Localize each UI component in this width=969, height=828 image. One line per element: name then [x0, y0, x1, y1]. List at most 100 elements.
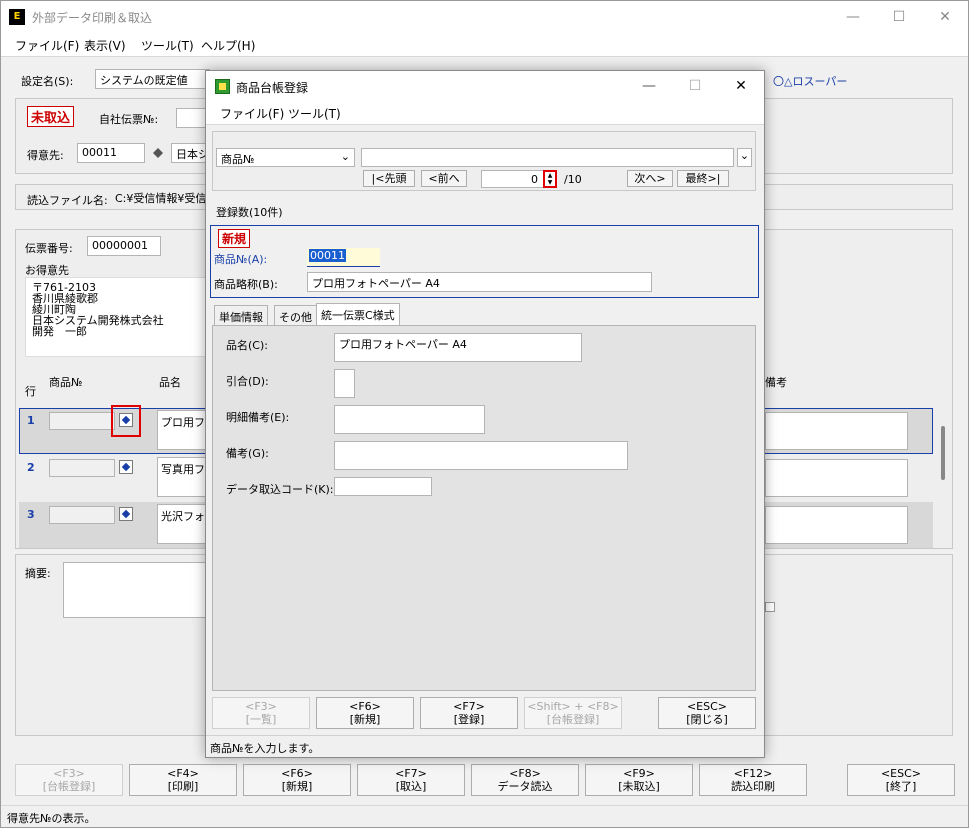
- row-product-no[interactable]: [49, 459, 115, 477]
- summary-field[interactable]: [63, 562, 209, 618]
- chevron-down-icon[interactable]: ⌄: [737, 148, 752, 167]
- dialog-statusbar: 商品№を入力します。: [206, 735, 764, 757]
- dialog-new-button[interactable]: <F6> [新規]: [316, 697, 414, 729]
- note-field[interactable]: [334, 441, 628, 470]
- menu-help[interactable]: ヘルプ(H): [201, 37, 255, 54]
- last-button[interactable]: 最終>|: [677, 170, 729, 187]
- button-key: <F6>: [281, 767, 313, 780]
- product-lookup-icon[interactable]: [119, 460, 133, 474]
- list-button[interactable]: <F3> [一覧]: [212, 697, 310, 729]
- ledger-register-button[interactable]: <Shift> + <F8> [台帳登録]: [524, 697, 622, 729]
- row-product-name[interactable]: 光沢フォ: [157, 504, 207, 544]
- read-file-label: 読込ファイル名:: [27, 194, 108, 207]
- product-ledger-dialog: 商品台帳登録 — ☐ ✕ ファイル(F) ツール(T) 商品№ ⌄ ⌄ |<先頭…: [205, 70, 765, 758]
- button-label: [新規]: [349, 713, 381, 726]
- search-type-value: 商品№: [221, 153, 255, 166]
- product-lookup-icon[interactable]: [119, 507, 133, 521]
- menu-file[interactable]: ファイル(F): [15, 37, 79, 54]
- product-no-field[interactable]: 00011: [307, 248, 380, 267]
- product-name-label: 品名(C):: [226, 339, 268, 352]
- scrollbar-thumb[interactable]: [941, 426, 945, 480]
- col-product-name-header: 品名: [159, 376, 181, 389]
- row-product-name[interactable]: プロ用フォ: [157, 410, 207, 450]
- button-label: [台帳登録]: [42, 780, 96, 793]
- row-product-no[interactable]: [49, 506, 115, 524]
- dialog-menubar: ファイル(F) ツール(T): [206, 101, 764, 125]
- discount-field[interactable]: [334, 369, 355, 398]
- col-product-no-header: 商品№: [49, 376, 83, 389]
- company-link[interactable]: 〇△ロスーパー: [773, 73, 847, 89]
- button-key: <F7>: [395, 767, 427, 780]
- search-type-select[interactable]: 商品№ ⌄: [216, 148, 355, 167]
- customer-code-field[interactable]: 00011: [77, 143, 145, 163]
- next-button[interactable]: 次へ>: [627, 170, 673, 187]
- data-code-label: データ取込コード(K):: [226, 483, 334, 496]
- row-note[interactable]: [765, 459, 908, 497]
- not-imported-button[interactable]: <F9> [未取込]: [585, 764, 693, 796]
- button-key: <F4>: [167, 767, 199, 780]
- customer-name-field[interactable]: 日本シ: [171, 143, 207, 163]
- window-title: 外部データ印刷＆取込: [32, 11, 153, 25]
- read-file-field[interactable]: C:¥受信情報¥受信: [111, 188, 207, 207]
- menu-tools[interactable]: ツール(T): [141, 37, 194, 54]
- tab-unified-slip[interactable]: 統一伝票C様式: [316, 303, 400, 326]
- row-number: 3: [27, 508, 35, 521]
- slip-no-field[interactable]: 00000001: [87, 236, 161, 256]
- button-label: [登録]: [453, 713, 485, 726]
- row-note[interactable]: [765, 412, 908, 450]
- tab-price-info[interactable]: 単価情報: [214, 305, 268, 325]
- button-key: <F3>: [53, 767, 85, 780]
- row-note[interactable]: [765, 506, 908, 544]
- exit-button[interactable]: <ESC> [終了]: [847, 764, 955, 796]
- note-label: 備考(G):: [226, 447, 269, 460]
- button-label: 読込印刷: [731, 780, 775, 793]
- button-label: データ読込: [497, 780, 553, 793]
- register-button[interactable]: <F7> [登録]: [420, 697, 518, 729]
- col-row-header: 行: [25, 385, 36, 398]
- tab-content: [212, 325, 756, 691]
- detail-note-field[interactable]: [334, 405, 485, 434]
- menu-view[interactable]: 表示(V): [84, 37, 126, 54]
- product-no-value: 00011: [309, 249, 346, 262]
- tab-other[interactable]: その他: [274, 305, 317, 325]
- button-key: <F12>: [733, 767, 773, 780]
- product-lookup-icon[interactable]: [119, 413, 133, 427]
- option-checkbox[interactable]: [765, 602, 775, 612]
- row-product-no[interactable]: [49, 412, 115, 430]
- button-key: <F8>: [509, 767, 541, 780]
- minimize-icon[interactable]: —: [626, 71, 672, 101]
- button-label: [印刷]: [167, 780, 199, 793]
- button-label: [閉じる]: [686, 713, 728, 726]
- maximize-icon[interactable]: ☐: [876, 1, 922, 33]
- product-name-field[interactable]: プロ用フォトペーパー A4: [334, 333, 582, 362]
- register-ledger-button[interactable]: <F3> [台帳登録]: [15, 764, 123, 796]
- prev-button[interactable]: <前へ: [421, 170, 467, 187]
- slip-company-field[interactable]: [176, 108, 206, 128]
- search-input[interactable]: [361, 148, 734, 167]
- setting-select[interactable]: システムの既定値: [95, 69, 210, 89]
- read-print-button[interactable]: <F12> 読込印刷: [699, 764, 807, 796]
- close-icon[interactable]: ✕: [718, 71, 764, 101]
- button-label: [未取込]: [618, 780, 660, 793]
- dialog-title: 商品台帳登録: [236, 81, 309, 95]
- minimize-icon[interactable]: —: [830, 1, 876, 33]
- data-read-button[interactable]: <F8> データ読込: [471, 764, 579, 796]
- setting-label: 設定名(S):: [21, 75, 74, 88]
- short-name-field[interactable]: プロ用フォトペーパー A4: [307, 272, 652, 292]
- customer-block-label: お得意先: [25, 264, 69, 277]
- new-button[interactable]: <F6> [新規]: [243, 764, 351, 796]
- first-button[interactable]: |<先頭: [363, 170, 415, 187]
- record-count: 登録数(10件): [216, 206, 283, 219]
- row-product-name[interactable]: 写真用フ: [157, 457, 207, 497]
- spinner-arrows-icon[interactable]: ▲ ▼: [543, 170, 557, 188]
- dialog-menu-file[interactable]: ファイル(F): [220, 105, 284, 122]
- close-button[interactable]: <ESC> [閉じる]: [658, 697, 756, 729]
- button-key: <F6>: [349, 700, 381, 713]
- close-icon[interactable]: ✕: [922, 1, 968, 33]
- maximize-icon[interactable]: ☐: [672, 71, 718, 101]
- import-button[interactable]: <F7> [取込]: [357, 764, 465, 796]
- print-button[interactable]: <F4> [印刷]: [129, 764, 237, 796]
- dialog-menu-tools[interactable]: ツール(T): [288, 105, 341, 122]
- summary-label: 摘要:: [25, 567, 51, 580]
- data-code-field[interactable]: [334, 477, 432, 496]
